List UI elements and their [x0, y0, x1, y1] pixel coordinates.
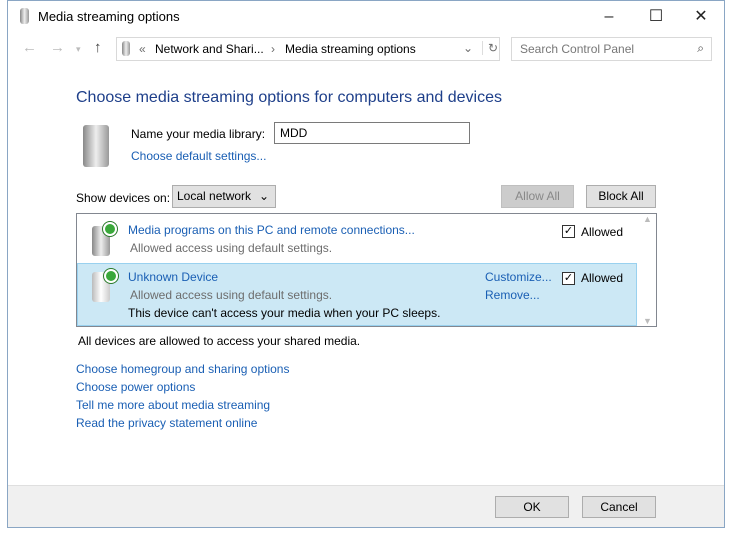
- dialog-footer: OK Cancel: [8, 485, 724, 527]
- up-icon[interactable]: ↑: [94, 39, 102, 56]
- allow-all-button[interactable]: Allow All: [501, 185, 574, 208]
- chevron-down-icon[interactable]: ⌄: [463, 41, 473, 55]
- overflow-icon[interactable]: «: [139, 42, 146, 56]
- close-button[interactable]: ✕: [686, 5, 716, 29]
- privacy-statement-link[interactable]: Read the privacy statement online: [76, 416, 257, 430]
- media-streaming-icon: [122, 41, 130, 56]
- device-row-selected[interactable]: Unknown Device Allowed access using defa…: [77, 263, 637, 326]
- homegroup-link[interactable]: Choose homegroup and sharing options: [76, 362, 289, 376]
- search-input[interactable]: Search Control Panel ⌕: [511, 37, 712, 61]
- forward-icon[interactable]: →: [50, 39, 65, 56]
- library-name-label: Name your media library:: [131, 127, 266, 141]
- device-name-link[interactable]: Media programs on this PC and remote con…: [128, 223, 415, 237]
- breadcrumb-network[interactable]: Network and Shari...: [155, 42, 264, 56]
- device-status: Allowed access using default settings.: [130, 288, 333, 302]
- ok-button[interactable]: OK: [495, 496, 569, 518]
- allowed-label: Allowed: [581, 271, 624, 285]
- window-title: Media streaming options: [38, 9, 180, 24]
- chevron-down-icon: ⌄: [258, 189, 269, 203]
- summary-text: All devices are allowed to access your s…: [78, 334, 361, 348]
- device-list: Media programs on this PC and remote con…: [76, 213, 657, 327]
- page-title: Choose media streaming options for compu…: [76, 89, 502, 106]
- play-icon: [103, 222, 117, 236]
- media-streaming-icon: [20, 8, 29, 24]
- power-options-link[interactable]: Choose power options: [76, 380, 195, 394]
- minimize-button[interactable]: –: [594, 5, 624, 29]
- scrollbar[interactable]: ▲ ▼: [639, 214, 656, 326]
- address-bar[interactable]: « Network and Shari... › Media streaming…: [116, 37, 500, 61]
- device-status: Allowed access using default settings.: [130, 241, 333, 255]
- media-streaming-info-link[interactable]: Tell me more about media streaming: [76, 398, 270, 412]
- breadcrumb-media-streaming[interactable]: Media streaming options: [285, 42, 416, 56]
- cancel-button[interactable]: Cancel: [582, 496, 656, 518]
- play-icon: [104, 269, 118, 283]
- dialog-window: Media streaming options – ☐ ✕ ← → ▾ ↑ « …: [7, 0, 725, 528]
- block-all-button[interactable]: Block All: [586, 185, 656, 208]
- breadcrumb-separator: ›: [271, 42, 275, 56]
- choose-default-settings-link[interactable]: Choose default settings...: [131, 149, 266, 163]
- allowed-label: Allowed: [581, 225, 624, 239]
- customize-link[interactable]: Customize...: [485, 270, 552, 284]
- remove-link[interactable]: Remove...: [485, 288, 540, 302]
- search-icon: ⌕: [697, 41, 704, 55]
- recent-dropdown-icon[interactable]: ▾: [76, 44, 81, 55]
- show-devices-select[interactable]: Local network ⌄: [172, 185, 276, 208]
- media-library-icon: [83, 125, 109, 167]
- allowed-checkbox[interactable]: ✓: [562, 225, 575, 238]
- library-name-input[interactable]: MDD: [274, 122, 470, 144]
- device-note: This device can't access your media when…: [128, 306, 441, 320]
- allowed-checkbox[interactable]: ✓: [562, 272, 575, 285]
- maximize-button[interactable]: ☐: [641, 5, 671, 29]
- device-row[interactable]: Media programs on this PC and remote con…: [77, 216, 637, 262]
- back-icon[interactable]: ←: [22, 39, 37, 56]
- device-name-link[interactable]: Unknown Device: [128, 270, 218, 284]
- refresh-icon[interactable]: ↻: [482, 41, 498, 55]
- show-devices-label: Show devices on:: [76, 191, 171, 205]
